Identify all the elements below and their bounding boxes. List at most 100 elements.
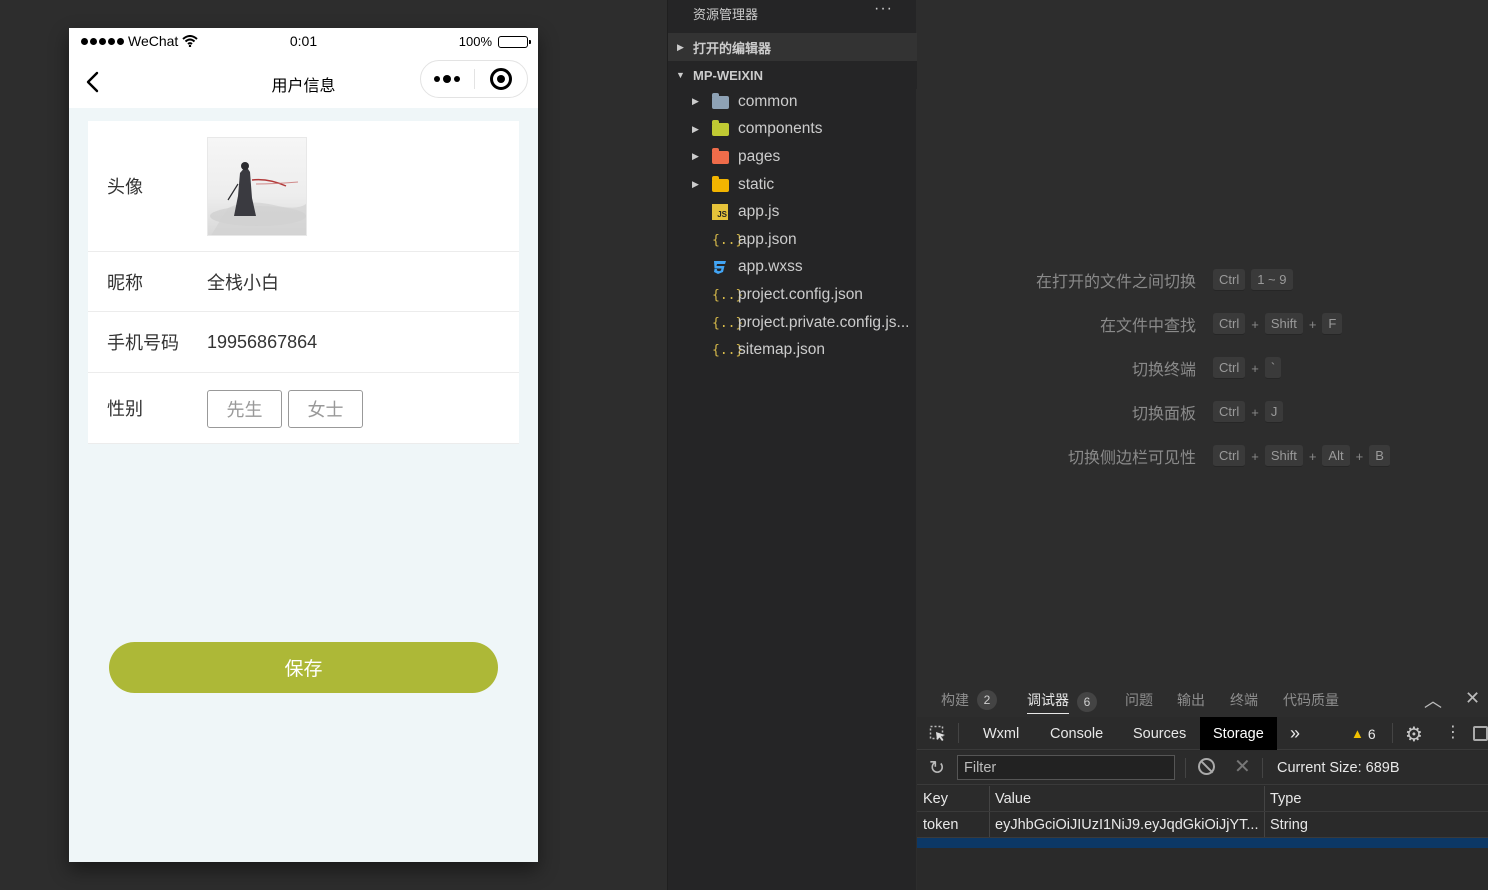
key-cap: ` (1264, 357, 1282, 379)
shortcut-action: 在文件中查找 (1099, 318, 1196, 335)
key-cap: Ctrl (1213, 401, 1246, 423)
tree-item-pages[interactable]: ▶ pages (668, 143, 917, 171)
status-bar: WeChat 0:01 100% (69, 28, 538, 56)
open-editors-section[interactable]: ▶ 打开的编辑器 (668, 33, 917, 61)
shortcut-action: 切换面板 (1131, 406, 1196, 423)
devtools-tab-storage[interactable]: Storage (1200, 717, 1277, 750)
avatar-image[interactable] (207, 137, 307, 236)
swordsman-painting (210, 162, 306, 235)
open-editors-label: 打开的编辑器 (693, 40, 772, 56)
row-type: String (1270, 817, 1308, 833)
chevron-up-icon[interactable]: ︿ (1424, 687, 1442, 713)
tab-build[interactable]: 构建 2 (941, 690, 997, 710)
column-type-header[interactable]: Type (1270, 791, 1470, 807)
row-value: eyJhbGciOiJIUzI1NiJ9.eyJqdGkiOiJjYT... (995, 817, 1259, 833)
key-cap: Shift (1264, 445, 1303, 467)
build-count-badge: 2 (977, 690, 997, 710)
tab-code-quality[interactable]: 代码质量 (1283, 690, 1339, 710)
explorer-sidebar: 资源管理器 ··· ▶ 打开的编辑器 ▼ MP-WEIXIN ▶ common … (667, 0, 917, 890)
table-row[interactable]: token eyJhbGciOiJIUzI1NiJ9.eyJqdGkiOiJjY… (917, 812, 1488, 838)
shortcut-action: 在打开的文件之间切换 (1035, 274, 1196, 291)
shortcut-row: 在文件中查找 Ctrl + Shift + F (917, 312, 1488, 336)
tree-item-static[interactable]: ▶ static (668, 171, 917, 199)
more-tabs-icon[interactable]: » (1277, 717, 1313, 750)
devtools-tab-wxml[interactable]: Wxml (970, 717, 1032, 750)
warnings-indicator[interactable]: ▲ 6 (1351, 717, 1376, 750)
project-name: MP-WEIXIN (693, 67, 764, 83)
delete-selected-icon[interactable]: ✕ (1234, 754, 1251, 779)
plus-sign: + (1355, 448, 1364, 464)
filter-input[interactable] (957, 755, 1175, 780)
storage-filter-bar: ↻ ✕ Current Size: 689B (917, 751, 1488, 785)
shortcut-row: 切换终端 Ctrl + ` (917, 356, 1488, 380)
warning-icon: ▲ (1351, 726, 1364, 741)
chevron-right-icon: ▶ (692, 96, 699, 107)
shortcut-action: 切换侧边栏可见性 (1067, 450, 1196, 467)
tree-item-project-private-config[interactable]: {..} project.private.config.js... (668, 309, 917, 337)
close-miniprogram-button[interactable] (474, 61, 527, 97)
gender-row: 性别 先生 女士 (88, 373, 519, 444)
json-file-icon: {..} (712, 232, 744, 248)
tab-terminal[interactable]: 终端 (1230, 690, 1258, 710)
json-file-icon: {..} (712, 343, 744, 359)
phone-screen: WeChat 0:01 100% 用户信息 头像 昵称 全栈小白 手机号码 19… (69, 28, 538, 862)
phone-input[interactable]: 19956867864 (207, 332, 317, 353)
chevron-down-icon: ▼ (676, 70, 685, 80)
gender-option-male[interactable]: 先生 (207, 390, 282, 428)
key-cap: 1 ~ 9 (1251, 269, 1293, 291)
nickname-input[interactable]: 全栈小白 (207, 269, 279, 295)
tab-output[interactable]: 输出 (1177, 690, 1205, 710)
settings-gear-icon[interactable]: ⚙ (1405, 722, 1423, 747)
devtools-tab-console[interactable]: Console (1037, 717, 1116, 750)
key-cap: Alt (1322, 445, 1350, 467)
row-key: token (923, 817, 959, 833)
inspect-element-icon[interactable] (929, 725, 947, 743)
clear-all-icon[interactable] (1198, 758, 1215, 775)
tab-problems[interactable]: 问题 (1125, 690, 1153, 710)
editor-area: 在打开的文件之间切换 Ctrl 1 ~ 9 在文件中查找 Ctrl + Shif… (917, 0, 1488, 681)
kebab-menu-icon[interactable]: ⋮ (1445, 722, 1461, 742)
shortcut-action: 切换终端 (1131, 362, 1196, 379)
chevron-right-icon: ▶ (692, 151, 699, 162)
refresh-icon[interactable]: ↻ (929, 757, 945, 780)
key-cap: Ctrl (1213, 357, 1246, 379)
plus-sign: + (1251, 316, 1259, 332)
tree-item-sitemap[interactable]: {..} sitemap.json (668, 336, 917, 364)
table-row-selected[interactable] (917, 838, 1488, 848)
tree-item-common[interactable]: ▶ common (668, 88, 917, 116)
shortcut-row: 切换面板 Ctrl + J (917, 400, 1488, 424)
save-button[interactable]: 保存 (109, 642, 498, 693)
avatar-row: 头像 (88, 121, 519, 252)
chevron-right-icon: ▶ (677, 41, 684, 52)
js-file-icon: JS (712, 204, 730, 221)
close-icon[interactable]: ✕ (1465, 688, 1480, 709)
tree-item-app-wxss[interactable]: app.wxss (668, 254, 917, 282)
css-file-icon (712, 259, 730, 275)
gender-option-female[interactable]: 女士 (288, 390, 363, 428)
explorer-more-icon[interactable]: ··· (874, 0, 893, 18)
tree-item-components[interactable]: ▶ components (668, 116, 917, 144)
folder-icon (712, 92, 730, 110)
column-value-header[interactable]: Value (995, 791, 1265, 807)
undock-icon[interactable] (1473, 726, 1488, 741)
tree-item-app-js[interactable]: JS app.js (668, 198, 917, 226)
shortcut-row: 切换侧边栏可见性 Ctrl + Shift + Alt + B (917, 444, 1488, 468)
key-cap: B (1369, 445, 1390, 467)
components-folder-icon (712, 120, 730, 137)
nickname-label: 昵称 (107, 272, 143, 293)
table-header: Key Value Type (917, 786, 1488, 812)
plus-sign: + (1308, 316, 1317, 332)
tree-item-project-config[interactable]: {..} project.config.json (668, 281, 917, 309)
key-cap: Ctrl (1213, 269, 1246, 291)
key-cap: Shift (1264, 313, 1303, 335)
tree-item-app-json[interactable]: {..} app.json (668, 226, 917, 254)
more-menu-button[interactable] (421, 61, 474, 97)
phone-row: 手机号码 19956867864 (88, 312, 519, 373)
explorer-title: 资源管理器 (693, 7, 759, 22)
column-key-header[interactable]: Key (923, 791, 985, 807)
project-section[interactable]: ▼ MP-WEIXIN (668, 61, 917, 89)
json-file-icon: {..} (712, 315, 744, 331)
tab-debugger[interactable]: 调试器 6 (1027, 690, 1097, 714)
current-size-label: Current Size: 689B (1277, 760, 1400, 776)
devtools-tab-sources[interactable]: Sources (1120, 717, 1199, 750)
